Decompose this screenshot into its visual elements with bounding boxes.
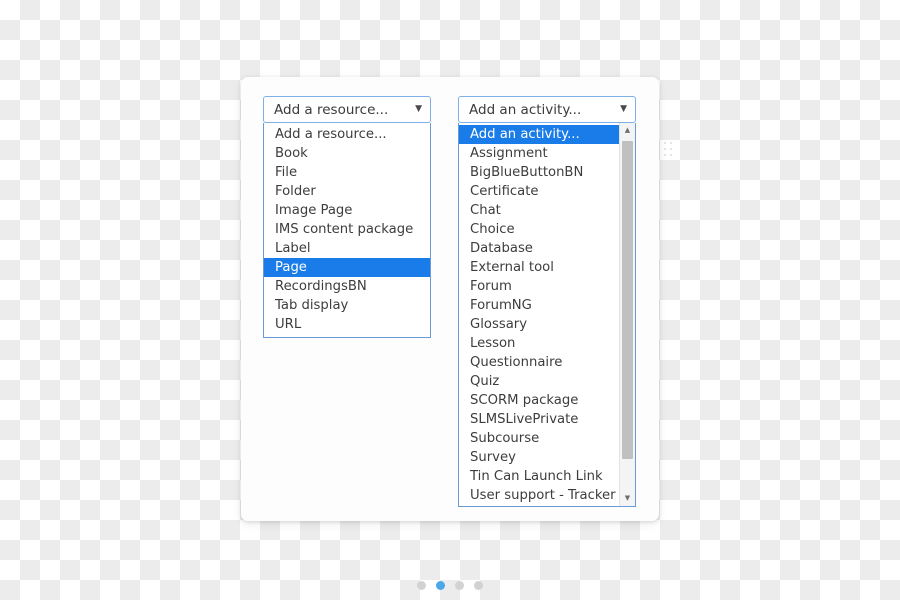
activity-select-button[interactable]: Add an activity... ▼ — [458, 96, 636, 123]
resource-option-list[interactable]: Add a resource... Book File Folder Image Pag… — [263, 123, 431, 338]
resource-select-button[interactable]: Add a resource... ▼ — [263, 96, 431, 123]
activity-option[interactable]: Quiz — [459, 372, 619, 391]
resource-options-container: Add a resource... Book File Folder Image Pag… — [264, 123, 430, 337]
activity-option[interactable]: Choice — [459, 220, 619, 239]
activity-option[interactable]: ForumNG — [459, 296, 619, 315]
scroll-up-arrow-icon[interactable]: ▲ — [620, 123, 635, 138]
activity-option[interactable]: User support - Tracker — [459, 486, 619, 505]
resource-option[interactable]: Image Page — [264, 201, 430, 220]
resource-option[interactable]: URL — [264, 315, 430, 334]
activity-options-container: Add an activity... Assignment BigBlueButto… — [459, 123, 619, 506]
pager-dot[interactable] — [474, 581, 483, 590]
resource-option[interactable]: IMS content package — [264, 220, 430, 239]
scroll-down-arrow-icon[interactable]: ▼ — [620, 491, 635, 506]
activity-dropdown[interactable]: Add an activity... ▼ Add an activity... A… — [458, 96, 636, 507]
resource-option[interactable]: Tab display — [264, 296, 430, 315]
activity-option[interactable]: External tool — [459, 258, 619, 277]
resource-option[interactable]: RecordingsBN — [264, 277, 430, 296]
chevron-down-icon: ▼ — [620, 104, 627, 114]
resource-option[interactable]: Page — [264, 258, 430, 277]
activity-option[interactable]: Database — [459, 239, 619, 258]
activity-option[interactable]: Forum — [459, 277, 619, 296]
resource-dropdown[interactable]: Add a resource... ▼ Add a resource... Boo… — [263, 96, 431, 338]
activity-option[interactable]: Chat — [459, 201, 619, 220]
resource-select-value: Add a resource... — [274, 101, 389, 118]
activity-option[interactable]: Questionnaire — [459, 353, 619, 372]
activity-option-list[interactable]: Add an activity... Assignment BigBlueButto… — [458, 123, 636, 507]
pager-dot[interactable] — [436, 581, 445, 590]
chevron-down-icon: ▼ — [415, 104, 422, 114]
activity-option[interactable]: Tin Can Launch Link — [459, 467, 619, 486]
activity-option[interactable]: Subcourse — [459, 429, 619, 448]
activity-option[interactable]: Assignment — [459, 144, 619, 163]
activity-select-value: Add an activity... — [469, 101, 582, 118]
activity-option[interactable]: Add an activity... — [459, 125, 619, 144]
activity-option[interactable]: SLMSLivePrivate — [459, 410, 619, 429]
scrollbar-thumb[interactable] — [622, 141, 633, 459]
activity-option[interactable]: BigBlueButtonBN — [459, 163, 619, 182]
pager-dot[interactable] — [417, 581, 426, 590]
carousel-pager[interactable] — [0, 581, 900, 590]
activity-option[interactable]: Survey — [459, 448, 619, 467]
resource-option[interactable]: Add a resource... — [264, 125, 430, 144]
resource-option[interactable]: Book — [264, 144, 430, 163]
activity-list-scrollbar[interactable]: ▲ ▼ — [619, 123, 635, 506]
resource-option[interactable]: Folder — [264, 182, 430, 201]
activity-option[interactable]: Lesson — [459, 334, 619, 353]
activity-option[interactable]: Certificate — [459, 182, 619, 201]
activity-option[interactable]: SCORM package — [459, 391, 619, 410]
resource-option[interactable]: Label — [264, 239, 430, 258]
pager-dot[interactable] — [455, 581, 464, 590]
activity-option[interactable]: Glossary — [459, 315, 619, 334]
resource-option[interactable]: File — [264, 163, 430, 182]
